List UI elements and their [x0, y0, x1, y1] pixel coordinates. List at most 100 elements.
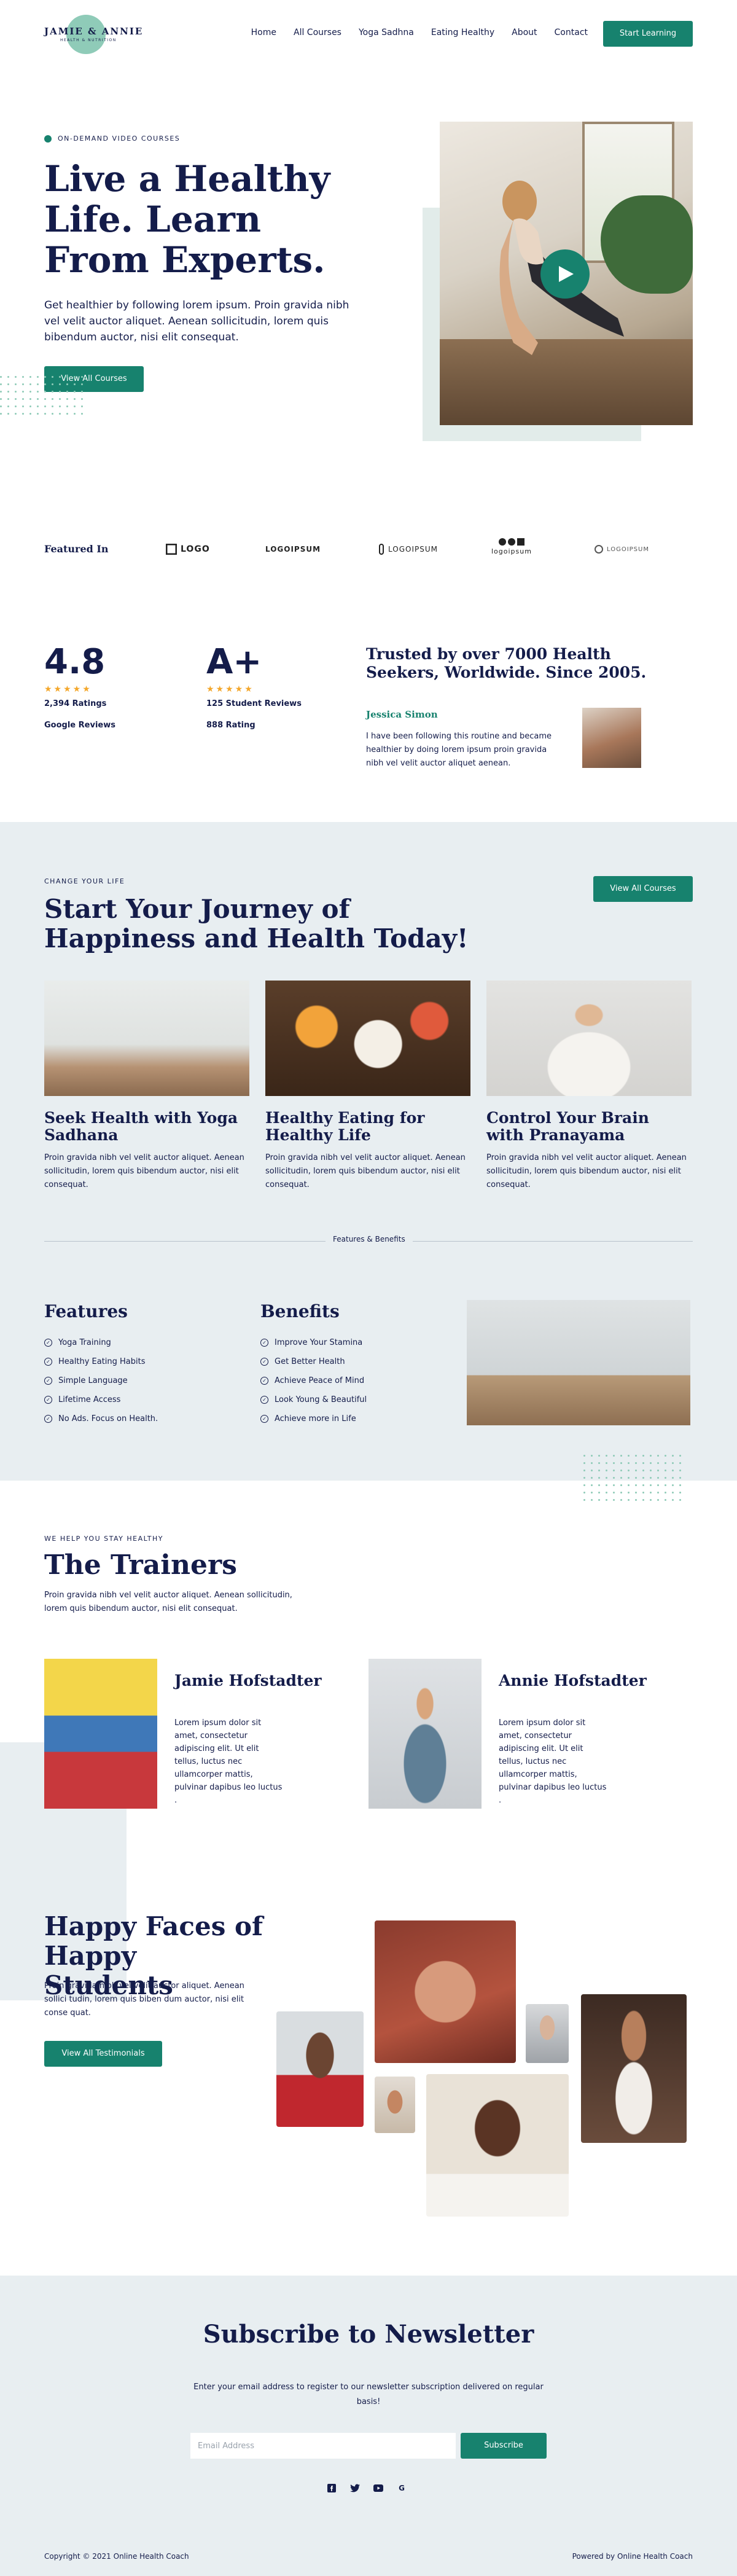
- dot-pattern-dot: [591, 1462, 593, 1464]
- dot-pattern-dot: [635, 1455, 637, 1457]
- dot-pattern-dot: [613, 1455, 615, 1457]
- course-text: Proin gravida nibh vel velit auctor aliq…: [44, 1153, 244, 1189]
- rating-count: 2,394 Ratings: [44, 699, 107, 708]
- dot-pattern-dot: [650, 1462, 652, 1464]
- dot-pattern-dot: [81, 413, 83, 415]
- rating-source: 888 Rating: [206, 721, 255, 730]
- view-all-courses-button[interactable]: View All Courses: [593, 876, 693, 902]
- dot-pattern-dot: [29, 383, 31, 385]
- dot-pattern-dot: [81, 376, 83, 378]
- list-item: ✓ Achieve more in Life: [260, 1409, 367, 1428]
- dot-pattern-dot: [583, 1499, 585, 1501]
- dot-pattern-dot: [665, 1477, 666, 1479]
- student-photo: [375, 1920, 516, 2063]
- trainer-name: Annie Hofstadter: [499, 1672, 647, 1689]
- course-image-pranayama: [486, 981, 692, 1096]
- dot-pattern-dot: [29, 405, 31, 407]
- dot-pattern-dot: [22, 413, 24, 415]
- subscribe-button[interactable]: Subscribe: [461, 2433, 547, 2459]
- view-all-testimonials-button[interactable]: View All Testimonials: [44, 2041, 162, 2067]
- dot-pattern-dot: [657, 1492, 659, 1494]
- dot-pattern-dot: [0, 383, 2, 385]
- dot-pattern-dot: [22, 383, 24, 385]
- course-card[interactable]: Seek Health with Yoga Sadhana Proin grav…: [44, 981, 249, 1192]
- dot-pattern-dot: [591, 1455, 593, 1457]
- dot-pattern-dot: [620, 1455, 622, 1457]
- course-card[interactable]: Healthy Eating for Healthy Life Proin gr…: [265, 981, 470, 1192]
- dot-pattern-dot: [665, 1499, 666, 1501]
- course-image-food: [265, 981, 470, 1096]
- dot-pattern-dot: [657, 1455, 659, 1457]
- dot-pattern-dot: [74, 391, 76, 393]
- dot-pattern-dot: [583, 1462, 585, 1464]
- dot-pattern-dot: [620, 1477, 622, 1479]
- trainers-text: Proin gravida nibh vel velit auctor aliq…: [44, 1591, 292, 1613]
- features-title: Features: [44, 1301, 128, 1321]
- dot-pattern-dot: [657, 1477, 659, 1479]
- list-item: ✓ Simple Language: [44, 1371, 158, 1390]
- dot-pattern-dot: [635, 1484, 637, 1486]
- copyright-text: Copyright © 2021 Online Health Coach: [44, 2552, 189, 2561]
- dot-pattern-dot: [7, 405, 9, 407]
- features-image: [467, 1300, 690, 1425]
- facebook-icon[interactable]: [327, 2483, 337, 2493]
- list-item: ✓ Lifetime Access: [44, 1390, 158, 1409]
- dot-pattern-dot: [7, 398, 9, 400]
- play-video-button[interactable]: [540, 249, 590, 299]
- trainers-eyebrow: WE HELP YOU STAY HEALTHY: [44, 1535, 163, 1543]
- dot-pattern-dot: [591, 1470, 593, 1471]
- dot-pattern-dot: [59, 405, 61, 407]
- dot-pattern-dot: [628, 1470, 630, 1471]
- dot-pattern-dot: [635, 1462, 637, 1464]
- dot-pattern-dot: [0, 413, 2, 415]
- hero-title: Live a Healthy Life. Learn From Experts.: [44, 158, 330, 281]
- dot-pattern-dot: [628, 1499, 630, 1501]
- dot-pattern-dot: [81, 383, 83, 385]
- dot-pattern-dot: [81, 405, 83, 407]
- dot-pattern-dot: [613, 1462, 615, 1464]
- dot-pattern-dot: [44, 391, 46, 393]
- decorative-dot-pattern: [0, 376, 83, 415]
- dot-pattern-dot: [672, 1462, 674, 1464]
- course-text: Proin gravida nibh vel velit auctor aliq…: [265, 1153, 466, 1189]
- rating-stars-icon: ★★★★★: [206, 684, 254, 694]
- trainer-bio: Lorem ipsum dolor sit amet, consectetur …: [174, 1718, 283, 1805]
- dot-pattern-dot: [679, 1499, 681, 1501]
- course-card[interactable]: Control Your Brain with Pranayama Proin …: [486, 981, 692, 1192]
- dot-pattern-dot: [613, 1477, 615, 1479]
- decorative-dot-pattern: [583, 1455, 681, 1501]
- dot-pattern-dot: [44, 383, 46, 385]
- list-item: ✓ No Ads. Focus on Health.: [44, 1409, 158, 1428]
- dot-pattern-dot: [0, 376, 2, 378]
- google-icon[interactable]: G: [397, 2483, 407, 2493]
- email-field[interactable]: [190, 2433, 456, 2459]
- dot-pattern-dot: [0, 405, 2, 407]
- dot-pattern-dot: [583, 1492, 585, 1494]
- dot-pattern-dot: [37, 398, 39, 400]
- dot-pattern-dot: [74, 383, 76, 385]
- check-circle-icon: ✓: [260, 1396, 268, 1404]
- youtube-icon[interactable]: [373, 2483, 383, 2493]
- dot-pattern-dot: [642, 1492, 644, 1494]
- twitter-icon[interactable]: [350, 2483, 360, 2493]
- check-circle-icon: ✓: [260, 1415, 268, 1423]
- dot-pattern-dot: [679, 1492, 681, 1494]
- featured-logo-1: LOGO: [166, 538, 210, 561]
- dot-pattern-dot: [7, 376, 9, 378]
- dot-pattern-dot: [52, 391, 53, 393]
- dot-pattern-dot: [628, 1484, 630, 1486]
- dot-pattern-dot: [0, 398, 2, 400]
- dot-pattern-dot: [22, 391, 24, 393]
- dot-pattern-dot: [665, 1484, 666, 1486]
- dot-pattern-dot: [44, 413, 46, 415]
- dot-pattern-dot: [583, 1470, 585, 1471]
- rating-count: 125 Student Reviews: [206, 699, 302, 708]
- dot-pattern-dot: [628, 1477, 630, 1479]
- dot-pattern-dot: [591, 1499, 593, 1501]
- dot-pattern-dot: [583, 1477, 585, 1479]
- list-item: ✓ Get Better Health: [260, 1352, 367, 1371]
- dot-pattern-dot: [74, 405, 76, 407]
- check-circle-icon: ✓: [44, 1377, 52, 1385]
- testimonial-avatar: [582, 708, 641, 768]
- list-item: ✓ Healthy Eating Habits: [44, 1352, 158, 1371]
